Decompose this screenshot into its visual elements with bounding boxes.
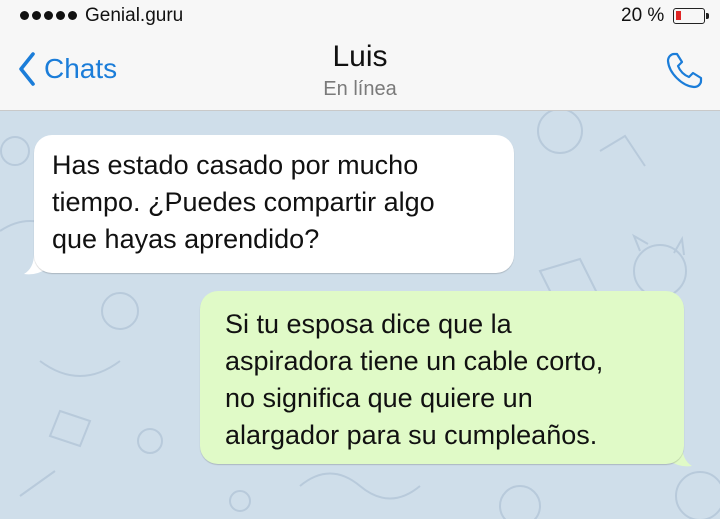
message-line: alargador para su cumpleaños.: [225, 420, 598, 450]
message-line: Si tu esposa dice que la: [225, 309, 512, 339]
contact-status: En línea: [323, 78, 397, 100]
message-line: Has estado casado por mucho: [52, 150, 419, 180]
battery-level-fill: [676, 11, 681, 20]
phone-icon: [666, 52, 703, 89]
carrier-name: Genial.guru: [85, 5, 184, 26]
status-bar: Genial.guru 20 %: [0, 0, 720, 34]
message-line: no significa que quiere un: [225, 383, 533, 413]
signal-strength-icon: [20, 11, 77, 20]
message-line: aspiradora tiene un cable corto,: [225, 346, 604, 376]
message-line: que hayas aprendido?: [52, 224, 320, 254]
chat-header: Chats Luis En línea: [0, 34, 720, 111]
message-line: tiempo. ¿Puedes compartir algo: [52, 187, 435, 217]
battery-percentage: 20 %: [621, 5, 665, 26]
outgoing-message-bubble: Si tu esposa dice que la aspiradora tien…: [200, 291, 684, 464]
chat-area: Has estado casado por mucho tiempo. ¿Pue…: [0, 111, 720, 519]
battery-icon: [673, 8, 709, 24]
call-button[interactable]: [664, 49, 706, 96]
contact-name: Luis: [332, 40, 388, 73]
incoming-message-bubble: Has estado casado por mucho tiempo. ¿Pue…: [34, 135, 514, 273]
